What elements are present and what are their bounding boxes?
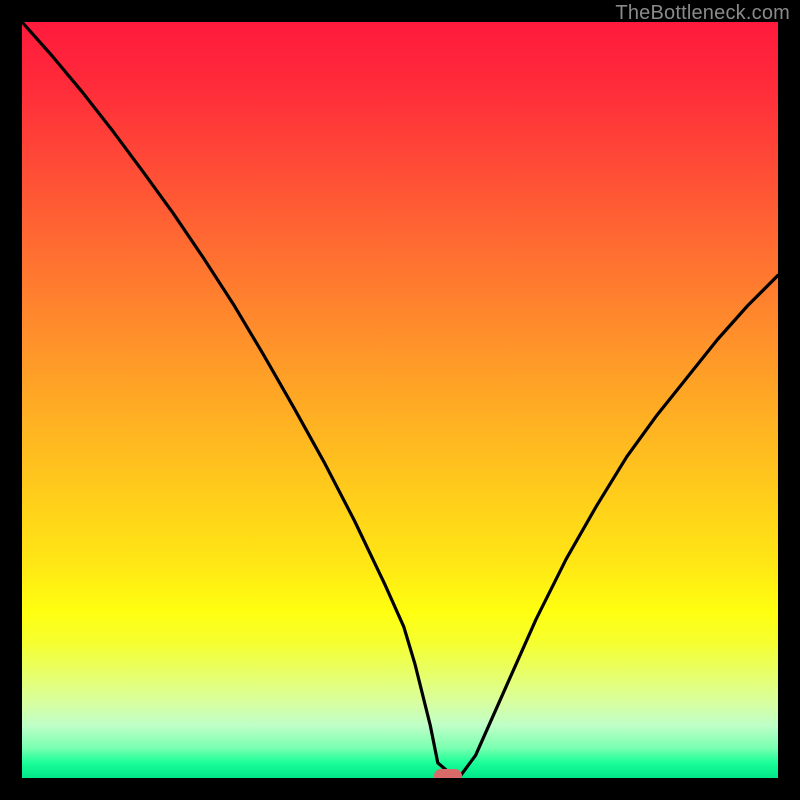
bottleneck-curve bbox=[22, 22, 778, 778]
chart-frame: TheBottleneck.com bbox=[0, 0, 800, 800]
plot-area bbox=[22, 22, 778, 778]
watermark-text: TheBottleneck.com bbox=[615, 2, 790, 25]
optimal-marker bbox=[434, 769, 462, 778]
